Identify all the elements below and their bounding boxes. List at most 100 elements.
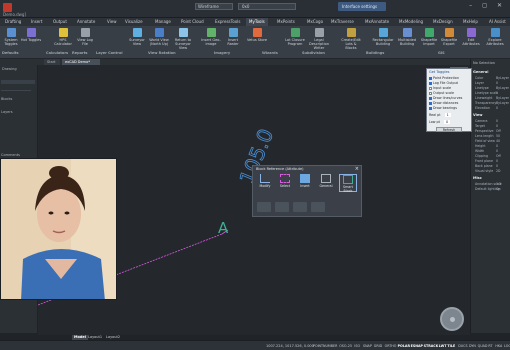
layer-select[interactable]: 0x0 bbox=[238, 3, 296, 10]
status-polar[interactable]: POLAR bbox=[398, 344, 410, 348]
low-pt-value[interactable]: 0 bbox=[444, 120, 451, 124]
tool-explore-attributes[interactable]: Explore Attributes bbox=[484, 28, 506, 46]
tool-lot-closure-program[interactable]: Lot Closure Program bbox=[284, 28, 306, 46]
status-iso[interactable]: ISO bbox=[354, 344, 360, 348]
checkbox[interactable] bbox=[429, 86, 432, 90]
left-panel-item-blocks[interactable]: Blocks bbox=[1, 97, 12, 101]
insert-button[interactable]: Insert bbox=[296, 174, 314, 192]
block-tool-4[interactable] bbox=[311, 202, 325, 212]
tab-mxcogo[interactable]: MxCogo bbox=[304, 18, 326, 26]
left-panel-search[interactable] bbox=[1, 80, 35, 84]
checkbox[interactable] bbox=[429, 91, 432, 95]
tool-world-view-north-up-[interactable]: World View (North Up) bbox=[148, 28, 170, 46]
property-value[interactable]: 0 bbox=[496, 119, 498, 123]
section-misc[interactable]: Misc bbox=[473, 176, 482, 180]
checkbox[interactable] bbox=[429, 101, 432, 105]
property-value[interactable]: 50 bbox=[496, 134, 500, 138]
property-value[interactable]: 0 bbox=[496, 149, 498, 153]
status-grid[interactable]: GRID bbox=[374, 344, 382, 348]
status-esnap[interactable]: ESNAP bbox=[411, 344, 423, 348]
window-controls[interactable]: – ◻ ✕ bbox=[469, 2, 506, 9]
toggle-input-scale[interactable]: Input scale bbox=[429, 86, 451, 90]
status-pointnumber[interactable]: POINTNUMBER bbox=[313, 344, 337, 348]
toggle-draw-lines-curves[interactable]: Draw lines/curves bbox=[429, 96, 462, 100]
property-value[interactable]: Off bbox=[496, 129, 501, 133]
select-button[interactable]: Select bbox=[276, 174, 294, 192]
property-value[interactable]: 1 bbox=[496, 91, 498, 95]
property-value[interactable]: ByLayer bbox=[496, 76, 509, 80]
checkbox[interactable] bbox=[429, 76, 432, 80]
block-tool-2[interactable] bbox=[275, 202, 289, 212]
property-value[interactable]: ByLayer bbox=[496, 86, 509, 90]
tool-rectangular-building[interactable]: Rectangular Building bbox=[372, 28, 394, 46]
left-panel-item-comments[interactable]: Comments bbox=[1, 153, 20, 157]
toggle-log-file-output[interactable]: Log File Output bbox=[429, 81, 458, 85]
tab-view[interactable]: View bbox=[104, 18, 120, 26]
status-quad[interactable]: QUAD bbox=[478, 344, 488, 348]
property-value[interactable]: On bbox=[496, 187, 501, 191]
block-tool-1[interactable] bbox=[257, 202, 271, 212]
checkbox[interactable] bbox=[429, 96, 432, 100]
status-hka[interactable]: HKA bbox=[495, 344, 502, 348]
tab-visualize[interactable]: Visualize bbox=[122, 18, 146, 26]
interface-settings-button[interactable]: Interface settings bbox=[338, 2, 386, 11]
tool-insert-geo-image[interactable]: Insert Geo-image bbox=[200, 28, 222, 46]
toggle-output-scale[interactable]: Output scale bbox=[429, 91, 454, 95]
checkbox[interactable] bbox=[429, 106, 432, 110]
app-logo-icon[interactable] bbox=[3, 3, 12, 12]
status-rt[interactable]: RT bbox=[488, 344, 492, 348]
tab-mxannotate[interactable]: MxAnnotate bbox=[362, 18, 392, 26]
tool-return-to-surveyor-view[interactable]: Return to Surveyor View bbox=[172, 28, 194, 50]
property-value[interactable]: 0 bbox=[496, 159, 498, 163]
tool-insert-raster[interactable]: Insert Raster bbox=[222, 28, 244, 46]
tool-create-edit-lots-blocks[interactable]: Create/Edit Lots & Blocks bbox=[340, 28, 362, 50]
status-lockui[interactable]: LOCKUI bbox=[504, 344, 510, 348]
tab-mxdesign[interactable]: MxDesign bbox=[430, 18, 456, 26]
modify-button[interactable]: Modify bbox=[256, 174, 274, 192]
tool-shapefile-import[interactable]: Shapefile Import bbox=[418, 28, 440, 46]
toggle-point-protection[interactable]: Point Protection bbox=[429, 76, 459, 80]
real-pt-value[interactable]: 1 bbox=[444, 113, 451, 117]
status-tile[interactable]: TILE bbox=[447, 344, 455, 348]
status-dyn[interactable]: DYN bbox=[469, 344, 476, 348]
tab-expresstools[interactable]: ExpressTools bbox=[212, 18, 243, 26]
tab-drafting[interactable]: Drafting bbox=[2, 18, 24, 26]
left-panel-item-layers[interactable]: Layers bbox=[1, 110, 13, 114]
refresh-button[interactable]: Refresh bbox=[436, 127, 462, 132]
status-ducs[interactable]: DUCS bbox=[458, 344, 467, 348]
status-ortho[interactable]: ORTHO bbox=[385, 344, 397, 348]
tab-mytools[interactable]: MyTools bbox=[246, 18, 268, 26]
property-value[interactable]: 2D bbox=[496, 169, 500, 173]
status-lwt[interactable]: LWT bbox=[439, 344, 447, 348]
block-tool-3[interactable] bbox=[293, 202, 307, 212]
close-icon[interactable]: × bbox=[355, 166, 359, 172]
status-snap[interactable]: SNAP bbox=[363, 344, 372, 348]
tab-insert[interactable]: Insert bbox=[28, 18, 45, 26]
property-value[interactable]: ByLayer bbox=[496, 101, 509, 105]
property-value[interactable]: 0 bbox=[496, 106, 498, 110]
tab-mxhelp[interactable]: MxHelp bbox=[460, 18, 481, 26]
tab-point-cloud[interactable]: Point Cloud bbox=[178, 18, 207, 26]
property-value[interactable]: 0 bbox=[496, 81, 498, 85]
tab-mxpoints[interactable]: MxPoints bbox=[274, 18, 298, 26]
tool-hot-toggles[interactable]: Hot Toggles bbox=[20, 28, 42, 42]
property-value[interactable]: 0 bbox=[496, 124, 498, 128]
smart-block-button[interactable]: Smart Block bbox=[339, 174, 357, 193]
tool-system-toggles[interactable]: System Toggles bbox=[0, 28, 22, 46]
tool-edit-attributes[interactable]: Edit Attributes bbox=[460, 28, 482, 46]
tab-ai-assist[interactable]: AI Assist bbox=[486, 18, 509, 26]
tool-vetus-store[interactable]: Vetus Store bbox=[246, 28, 268, 42]
tool-surveyor-view[interactable]: Surveyor View bbox=[126, 28, 148, 46]
tool-shapefile-export[interactable]: Shapefile Export bbox=[438, 28, 460, 46]
status-strack[interactable]: STRACK bbox=[424, 344, 439, 348]
tab-mxmodeling[interactable]: MxModeling bbox=[396, 18, 426, 26]
tool-hps-calculator[interactable]: HPS Calculator bbox=[52, 28, 74, 46]
section-view[interactable]: View bbox=[473, 113, 482, 117]
property-value[interactable]: 40 bbox=[496, 139, 500, 143]
navigation-wheel-icon[interactable] bbox=[440, 307, 464, 331]
workspace-select[interactable]: Wireframe bbox=[195, 3, 233, 10]
tab-output[interactable]: Output bbox=[50, 18, 70, 26]
tab-manage[interactable]: Manage bbox=[152, 18, 174, 26]
property-value[interactable]: Off bbox=[496, 154, 501, 158]
toggle-draw-distances[interactable]: Draw distances bbox=[429, 101, 458, 105]
